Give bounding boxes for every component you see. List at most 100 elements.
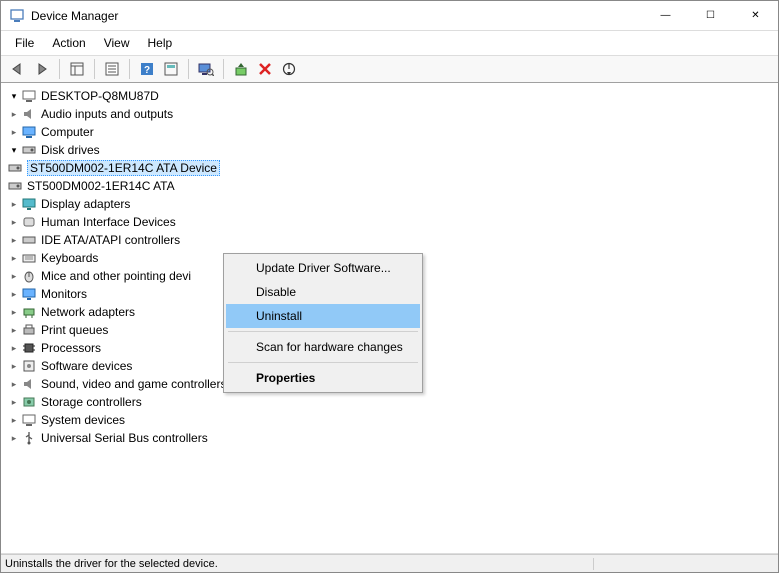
status-text: Uninstalls the driver for the selected d… xyxy=(5,558,594,570)
storage-icon xyxy=(21,394,37,410)
menu-disable[interactable]: Disable xyxy=(226,280,420,304)
tree-node-hid[interactable]: ▸ Human Interface Devices xyxy=(1,213,778,231)
expand-icon[interactable]: ▸ xyxy=(7,109,21,120)
node-label: Universal Serial Bus controllers xyxy=(41,431,208,445)
node-label: Monitors xyxy=(41,287,87,301)
expand-icon[interactable]: ▸ xyxy=(7,415,21,426)
node-label: Computer xyxy=(41,125,94,139)
tree-node-root[interactable]: ▾ DESKTOP-Q8MU87D xyxy=(1,87,778,105)
node-label: Disk drives xyxy=(41,143,100,157)
speaker-icon xyxy=(21,106,37,122)
node-label: Print queues xyxy=(41,323,108,337)
tree-node-disk[interactable]: ▾ Disk drives xyxy=(1,141,778,159)
disk-icon xyxy=(7,178,23,194)
node-label: DESKTOP-Q8MU87D xyxy=(41,89,159,103)
menubar: File Action View Help xyxy=(1,31,778,55)
speaker-icon xyxy=(21,376,37,392)
help-button[interactable]: ? xyxy=(136,58,158,80)
system-icon xyxy=(21,412,37,428)
menu-properties[interactable]: Properties xyxy=(226,366,420,390)
device-tree[interactable]: ▾ DESKTOP-Q8MU87D ▸ Audio inputs and outpu… xyxy=(1,83,778,554)
node-label: Network adapters xyxy=(41,305,135,319)
tree-node-disk-child-2[interactable]: ST500DM002-1ER14C ATA xyxy=(1,177,778,195)
tree-node-audio[interactable]: ▸ Audio inputs and outputs xyxy=(1,105,778,123)
tree-node-computer[interactable]: ▸ Computer xyxy=(1,123,778,141)
status-bar: Uninstalls the driver for the selected d… xyxy=(1,554,778,572)
show-hide-tree-button[interactable] xyxy=(66,58,88,80)
expand-icon[interactable]: ▸ xyxy=(7,307,21,318)
disable-button[interactable] xyxy=(278,58,300,80)
node-label: System devices xyxy=(41,413,125,427)
expand-icon[interactable]: ▸ xyxy=(7,199,21,210)
node-label: Human Interface Devices xyxy=(41,215,176,229)
tree-node-system[interactable]: ▸ System devices xyxy=(1,411,778,429)
collapse-icon[interactable]: ▾ xyxy=(7,91,21,102)
titlebar: Device Manager — ☐ ✕ xyxy=(1,1,778,31)
toolbar: ? xyxy=(1,55,778,83)
close-button[interactable]: ✕ xyxy=(733,1,778,31)
node-label: ST500DM002-1ER14C ATA Device xyxy=(27,160,220,176)
mouse-icon xyxy=(21,268,37,284)
update-driver-button[interactable] xyxy=(230,58,252,80)
svg-text:?: ? xyxy=(144,65,150,76)
hid-icon xyxy=(21,214,37,230)
monitor-icon xyxy=(21,286,37,302)
menu-help[interactable]: Help xyxy=(140,33,181,53)
expand-icon[interactable]: ▸ xyxy=(7,397,21,408)
node-label: Software devices xyxy=(41,359,132,373)
expand-icon[interactable]: ▸ xyxy=(7,271,21,282)
usb-icon xyxy=(21,430,37,446)
expand-icon[interactable]: ▸ xyxy=(7,379,21,390)
menu-update-driver[interactable]: Update Driver Software... xyxy=(226,256,420,280)
software-icon xyxy=(21,358,37,374)
menu-action[interactable]: Action xyxy=(44,33,93,53)
expand-icon[interactable]: ▸ xyxy=(7,217,21,228)
expand-icon[interactable]: ▸ xyxy=(7,289,21,300)
tree-node-disk-child-1[interactable]: ST500DM002-1ER14C ATA Device xyxy=(1,159,778,177)
menu-file[interactable]: File xyxy=(7,33,42,53)
tree-node-ide[interactable]: ▸ IDE ATA/ATAPI controllers xyxy=(1,231,778,249)
ide-icon xyxy=(21,232,37,248)
properties-button[interactable] xyxy=(101,58,123,80)
tree-node-display[interactable]: ▸ Display adapters xyxy=(1,195,778,213)
node-label: Mice and other pointing devi xyxy=(41,269,191,283)
disk-icon xyxy=(7,160,23,176)
node-label: IDE ATA/ATAPI controllers xyxy=(41,233,180,247)
action-button[interactable] xyxy=(160,58,182,80)
computer-icon xyxy=(21,88,37,104)
expand-icon[interactable]: ▸ xyxy=(7,253,21,264)
node-label: Storage controllers xyxy=(41,395,142,409)
node-label: Display adapters xyxy=(41,197,130,211)
network-icon xyxy=(21,304,37,320)
window-title: Device Manager xyxy=(31,9,643,23)
menu-uninstall[interactable]: Uninstall xyxy=(226,304,420,328)
menu-view[interactable]: View xyxy=(96,33,138,53)
tree-node-storage[interactable]: ▸ Storage controllers xyxy=(1,393,778,411)
menu-scan[interactable]: Scan for hardware changes xyxy=(226,335,420,359)
forward-button[interactable] xyxy=(31,58,53,80)
context-menu: Update Driver Software... Disable Uninst… xyxy=(223,253,423,393)
display-icon xyxy=(21,196,37,212)
maximize-button[interactable]: ☐ xyxy=(688,1,733,31)
collapse-icon[interactable]: ▾ xyxy=(7,145,21,156)
node-label: Audio inputs and outputs xyxy=(41,107,173,121)
expand-icon[interactable]: ▸ xyxy=(7,235,21,246)
node-label: Keyboards xyxy=(41,251,98,265)
expand-icon[interactable]: ▸ xyxy=(7,343,21,354)
processor-icon xyxy=(21,340,37,356)
back-button[interactable] xyxy=(7,58,29,80)
node-label: Processors xyxy=(41,341,101,355)
expand-icon[interactable]: ▸ xyxy=(7,325,21,336)
expand-icon[interactable]: ▸ xyxy=(7,361,21,372)
minimize-button[interactable]: — xyxy=(643,1,688,31)
scan-button[interactable] xyxy=(195,58,217,80)
menu-separator xyxy=(228,331,418,332)
uninstall-button[interactable] xyxy=(254,58,276,80)
keyboard-icon xyxy=(21,250,37,266)
expand-icon[interactable]: ▸ xyxy=(7,433,21,444)
computer-icon xyxy=(21,124,37,140)
expand-icon[interactable]: ▸ xyxy=(7,127,21,138)
tree-node-usb[interactable]: ▸ Universal Serial Bus controllers xyxy=(1,429,778,447)
node-label: ST500DM002-1ER14C ATA xyxy=(27,179,175,193)
app-icon xyxy=(9,8,25,24)
